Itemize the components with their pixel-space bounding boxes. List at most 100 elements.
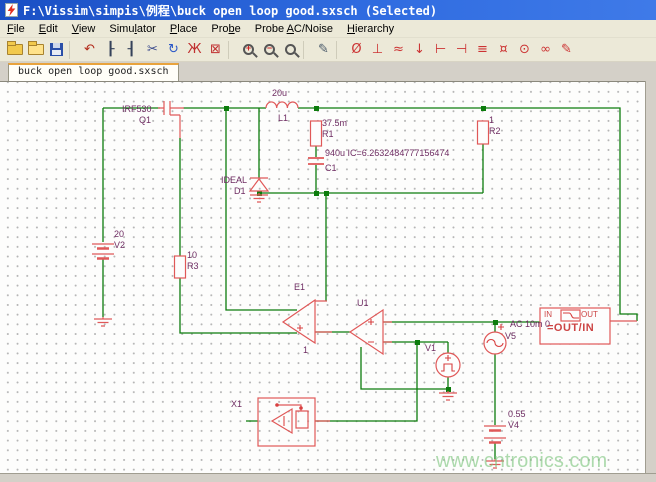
label-val-r1[interactable]: 37.5m — [322, 118, 347, 128]
place-part-b-button[interactable]: ⊠ — [205, 40, 226, 60]
label-ref-d1[interactable]: D1 — [234, 186, 246, 196]
component-x1-subcircuit[interactable] — [258, 398, 330, 446]
zoom-area-button[interactable] — [280, 40, 301, 60]
place-clock-button[interactable]: ⊙ — [514, 40, 535, 60]
label-ref-c1[interactable]: C1 — [325, 163, 337, 173]
schematic-canvas[interactable]: www.cntronics.com IRF530Q120uL137.5mR194… — [0, 81, 645, 474]
place-diode-button[interactable]: ↓ — [409, 40, 430, 60]
label-bode-out[interactable]: OUT — [581, 310, 598, 319]
tab-bar: buck open loop good.sxsch — [0, 62, 656, 81]
component-v2-battery[interactable] — [92, 244, 114, 259]
label-val-r2[interactable]: 1 — [489, 115, 494, 125]
label-ref-v5[interactable]: V5 — [505, 331, 516, 341]
place-ic-button[interactable]: ¤ — [493, 40, 514, 60]
label-part-q1[interactable]: IRF530 — [122, 104, 152, 114]
menu-simulator[interactable]: Simulator — [102, 22, 162, 36]
place-part-a-button[interactable]: Ж — [184, 40, 205, 60]
component-c1-capacitor[interactable] — [308, 158, 324, 164]
wire-mode-icon: ┠ — [107, 41, 115, 59]
ground-symbols — [94, 193, 504, 468]
wire-mode-button[interactable]: ┠ — [100, 40, 121, 60]
rotate-icon: ↻ — [168, 41, 179, 59]
cut-button[interactable]: ✂ — [142, 40, 163, 60]
label-ref-r2[interactable]: R2 — [489, 126, 501, 136]
menu-edit[interactable]: Edit — [32, 22, 65, 36]
component-l1-inductor[interactable] — [266, 102, 298, 108]
probe-pen-button[interactable]: ✎ — [556, 40, 577, 60]
annotate-pencil-button[interactable]: ✎ — [313, 40, 334, 60]
place-pnp-icon: ⊣ — [456, 41, 467, 59]
right-margin — [645, 81, 656, 473]
place-probe-button[interactable]: Ø — [346, 40, 367, 60]
cut-icon: ✂ — [147, 41, 158, 59]
place-ic-icon: ¤ — [499, 41, 507, 59]
label-ref-u1[interactable]: U1 — [357, 298, 369, 308]
place-diode-icon: ↓ — [414, 41, 425, 59]
component-v4-battery[interactable] — [484, 426, 506, 443]
probe-pen-icon: ✎ — [561, 41, 572, 59]
component-q1-mosfet[interactable] — [158, 101, 184, 138]
label-val-l1[interactable]: 20u — [272, 88, 287, 98]
zoom-out-button[interactable]: − — [259, 40, 280, 60]
new-file-icon — [28, 44, 44, 55]
tab-schematic[interactable]: buck open loop good.sxsch — [8, 63, 179, 82]
label-ref-v4[interactable]: V4 — [508, 420, 519, 430]
label-val-c1[interactable]: 940u IC=6.2632484777156474 — [325, 148, 449, 158]
label-val-v4[interactable]: 0.55 — [508, 409, 526, 419]
bottom-bar — [0, 473, 656, 482]
place-transformer-button[interactable]: ≡ — [472, 40, 493, 60]
place-capacitor-button[interactable]: ⊥ — [367, 40, 388, 60]
window-title: F:\Vissim\simpis\例程\buck open loop good.… — [23, 2, 437, 19]
menu-place[interactable]: Place — [163, 22, 205, 36]
label-val-r3[interactable]: 10 — [187, 250, 197, 260]
place-clock-icon: ⊙ — [519, 41, 530, 59]
place-part-b-icon: ⊠ — [210, 41, 221, 59]
component-r2-resistor[interactable] — [478, 121, 489, 144]
label-bode-in[interactable]: IN — [544, 310, 552, 319]
new-file-button[interactable] — [25, 40, 46, 60]
open-file-icon — [7, 44, 23, 55]
component-r3-resistor[interactable] — [175, 256, 186, 278]
wire-net[interactable] — [103, 108, 637, 459]
save-file-icon — [50, 43, 63, 56]
place-transformer-icon: ≡ — [477, 41, 488, 59]
menu-probe-ac-noise[interactable]: Probe AC/Noise — [248, 22, 340, 36]
label-ref-v1[interactable]: V1 — [425, 343, 436, 353]
place-npn-button[interactable]: ⊢ — [430, 40, 451, 60]
label-val-v5[interactable]: AC 10m 0 — [510, 319, 550, 329]
component-v1-pulse-source[interactable] — [436, 353, 460, 377]
label-ref-q1[interactable]: Q1 — [139, 115, 151, 125]
label-ref-r3[interactable]: R3 — [187, 261, 199, 271]
menu-hierarchy[interactable]: Hierarchy — [340, 22, 401, 36]
menu-file[interactable]: File — [0, 22, 32, 36]
toolbar-separator — [303, 41, 311, 59]
menu-probe[interactable]: Probe — [204, 22, 247, 36]
component-u1-comparator[interactable] — [350, 310, 392, 354]
bus-mode-button[interactable]: ┨ — [121, 40, 142, 60]
label-ref-x1[interactable]: X1 — [231, 399, 242, 409]
annotate-pencil-icon: ✎ — [318, 41, 329, 59]
undo-button[interactable]: ↶ — [79, 40, 100, 60]
label-bode-expr[interactable]: =OUT/IN — [547, 322, 594, 334]
label-ref-l1[interactable]: L1 — [278, 113, 288, 123]
menu-view[interactable]: View — [65, 22, 103, 36]
place-inductor-button[interactable]: ≈ — [388, 40, 409, 60]
label-ref-r1[interactable]: R1 — [322, 129, 334, 139]
rotate-button[interactable]: ↻ — [163, 40, 184, 60]
toolbar-separator — [69, 41, 77, 59]
zoom-area-icon — [285, 44, 296, 55]
save-file-button[interactable] — [46, 40, 67, 60]
label-ref-e1[interactable]: E1 — [294, 282, 305, 292]
undo-icon: ↶ — [84, 41, 95, 59]
label-ref-v2[interactable]: V2 — [114, 240, 125, 250]
label-val-v2[interactable]: 20 — [114, 229, 124, 239]
place-pnp-button[interactable]: ⊣ — [451, 40, 472, 60]
open-file-button[interactable] — [4, 40, 25, 60]
component-d1-diode[interactable] — [250, 178, 268, 191]
label-gain-e1[interactable]: 1 — [303, 345, 308, 355]
label-val-d1[interactable]: IDEAL — [221, 175, 247, 185]
component-r1-resistor[interactable] — [311, 121, 322, 146]
place-coupled-button[interactable]: ∞ — [535, 40, 556, 60]
component-e1-vcvs[interactable] — [283, 300, 332, 343]
zoom-in-button[interactable]: + — [238, 40, 259, 60]
